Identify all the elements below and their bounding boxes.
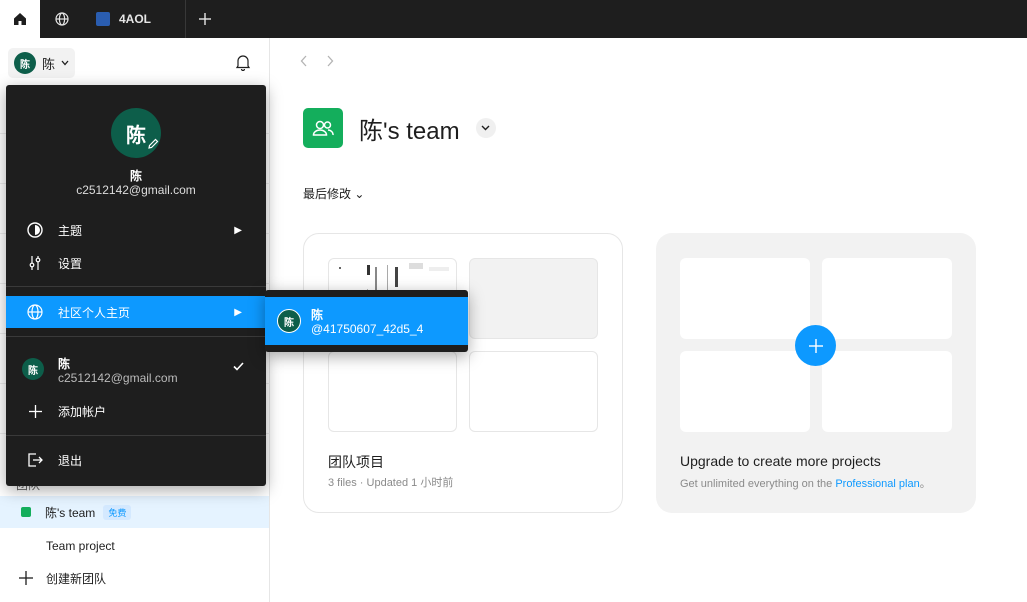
chevron-right-icon: [327, 55, 334, 67]
forward-button[interactable]: [326, 54, 334, 72]
community-tab[interactable]: [44, 0, 80, 38]
create-team-label: 创建新团队: [46, 571, 107, 586]
back-button[interactable]: [300, 54, 308, 72]
profile-handle: @41750607_42d5_4: [311, 322, 424, 336]
project-title: 团队项目: [328, 454, 384, 470]
upgrade-title: Upgrade to create more projects: [680, 453, 881, 469]
menu-item-logout[interactable]: 退出: [6, 444, 266, 476]
avatar: 陈: [22, 358, 44, 380]
menu-divider: [6, 336, 266, 337]
placeholder-tile: [822, 258, 952, 339]
account-name: 陈: [58, 357, 71, 371]
home-tab[interactable]: [0, 0, 40, 38]
history-nav: [300, 54, 334, 72]
profile-name: 陈: [311, 308, 324, 322]
file-thumbnail: [469, 351, 598, 432]
placeholder-tile: [822, 351, 952, 432]
menu-item-community-profile[interactable]: 社区个人主页 ▶: [6, 296, 266, 328]
theme-icon: [27, 222, 43, 238]
menu-item-label: 社区个人主页: [58, 305, 131, 320]
upgrade-card[interactable]: Upgrade to create more projects Get unli…: [656, 233, 976, 513]
file-tab[interactable]: 4AOL: [84, 0, 186, 38]
team-header: 陈's team: [303, 108, 496, 148]
file-thumbnail[interactable]: [469, 258, 598, 339]
menu-account-current[interactable]: 陈 陈 c2512142@gmail.com: [6, 348, 266, 386]
notifications-button[interactable]: [235, 54, 251, 74]
pencil-icon[interactable]: [147, 138, 159, 150]
create-project-button[interactable]: [795, 325, 836, 366]
menu-item-theme[interactable]: 主题 ▶: [6, 214, 266, 246]
file-icon: [96, 12, 110, 26]
home-icon: [14, 13, 26, 25]
community-profile-item[interactable]: 陈 陈 @41750607_42d5_4: [265, 297, 468, 345]
upgrade-text: Get unlimited everything on the: [680, 478, 836, 490]
chevron-down-icon: [61, 60, 69, 66]
menu-item-label: 添加帐户: [58, 404, 107, 419]
caret-right-icon: ▶: [234, 306, 242, 318]
avatar: 陈: [277, 309, 301, 333]
project-card[interactable]: 团队项目 3 files · Updated 1 小时前: [303, 233, 623, 513]
team-icon: [303, 108, 343, 148]
settings-sliders-icon: [29, 256, 41, 270]
upgrade-subtitle: Get unlimited everything on the Professi…: [680, 475, 931, 491]
check-icon: [233, 362, 244, 371]
account-menu: 陈 陈 c2512142@gmail.com 主题 ▶ 设置 社区个人主页 ▶ …: [6, 85, 266, 486]
profile-avatar[interactable]: 陈: [111, 108, 161, 158]
chevron-left-icon: [300, 55, 307, 67]
menu-item-label: 主题: [58, 223, 83, 238]
file-tab-label: 4AOL: [119, 12, 152, 26]
team-project-label: Team project: [46, 539, 115, 553]
file-thumbnail: [328, 351, 457, 432]
sort-dropdown[interactable]: 最后修改 ⌄: [303, 185, 364, 202]
placeholder-tile: [680, 258, 810, 339]
plan-badge: 免费: [103, 504, 132, 520]
team-color-icon: [21, 507, 31, 517]
avatar: 陈: [14, 52, 36, 74]
team-menu-button[interactable]: [475, 118, 496, 138]
logout-icon: [28, 453, 43, 467]
menu-item-add-account[interactable]: 添加帐户: [6, 395, 266, 427]
create-team-button[interactable]: 创建新团队: [0, 562, 269, 594]
professional-plan-link[interactable]: Professional plan: [835, 478, 919, 490]
menu-item-label: 退出: [58, 453, 83, 468]
globe-icon: [27, 304, 43, 320]
account-email: c2512142@gmail.com: [58, 371, 178, 385]
users-icon: [312, 120, 334, 136]
plus-icon: [28, 404, 42, 418]
new-tab-button[interactable]: [192, 0, 218, 38]
page-title: 陈's team: [359, 117, 460, 145]
menu-user-name: 陈: [129, 169, 142, 183]
tab-bar: 4AOL: [0, 0, 1027, 38]
chevron-down-icon: [481, 125, 490, 131]
team-name: 陈's team: [45, 505, 96, 520]
community-submenu: 陈 陈 @41750607_42d5_4: [265, 290, 468, 352]
menu-item-label: 设置: [58, 256, 83, 271]
account-button[interactable]: 陈 陈: [8, 48, 76, 78]
upgrade-suffix: 。: [919, 478, 931, 490]
caret-right-icon: ▶: [234, 224, 242, 236]
account-name: 陈: [42, 56, 56, 72]
plus-icon: [199, 13, 211, 25]
project-meta: 3 files · Updated 1 小时前: [328, 477, 454, 489]
globe-icon: [55, 12, 69, 26]
plus-icon: [808, 338, 823, 353]
menu-item-settings[interactable]: 设置: [6, 247, 266, 279]
menu-divider: [6, 435, 266, 436]
menu-divider: [6, 286, 266, 287]
sidebar-item-team[interactable]: 陈's team 免费: [0, 496, 269, 528]
placeholder-tile: [680, 351, 810, 432]
sidebar-item-team-project[interactable]: Team project: [0, 530, 269, 562]
bell-icon: [235, 55, 251, 72]
menu-user-email: c2512142@gmail.com: [76, 183, 196, 197]
plus-icon: [19, 571, 33, 585]
